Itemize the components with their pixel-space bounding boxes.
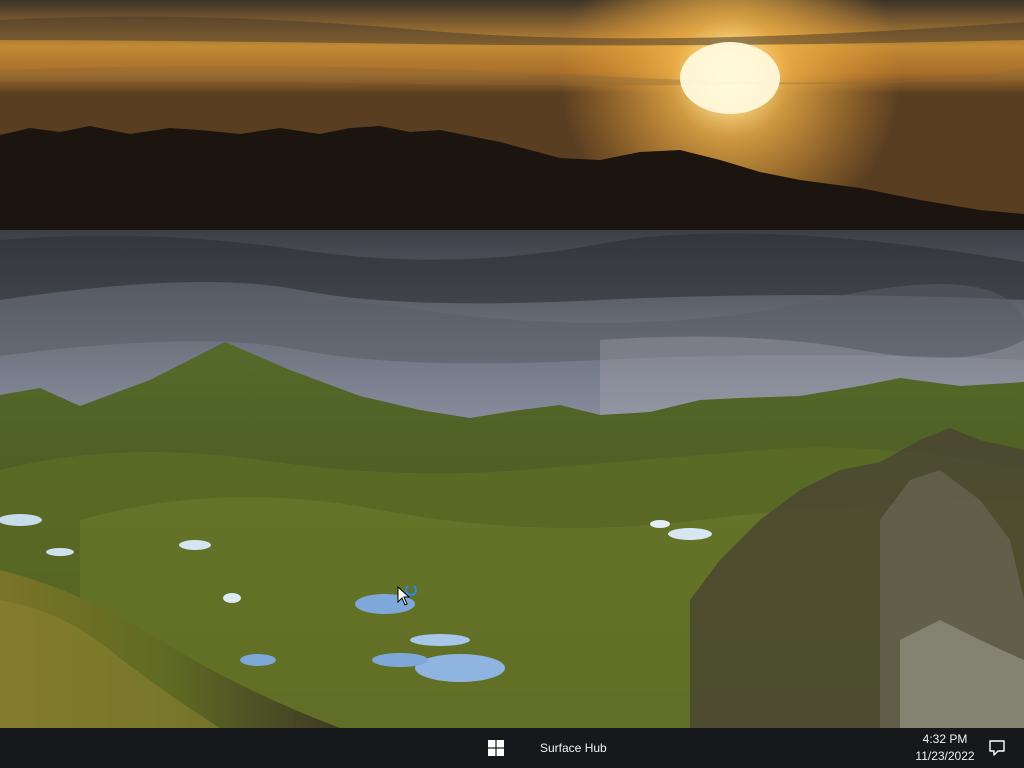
windows-logo-icon (488, 740, 504, 756)
surface-hub-text: Surface Hub (540, 741, 607, 755)
start-button[interactable] (478, 728, 514, 768)
action-center-icon (989, 740, 1005, 756)
wallpaper (0, 0, 1024, 728)
action-center-button[interactable] (982, 728, 1012, 768)
surface-hub-label[interactable]: Surface Hub (528, 728, 619, 768)
clock-date: 11/23/2022 (915, 749, 975, 763)
clock-time: 4:32 PM (922, 732, 968, 746)
pointer-busy-icon (397, 586, 417, 606)
taskbar: Surface Hub 4:32 PM 11/23/2022 (0, 728, 1024, 768)
desktop[interactable] (0, 0, 1024, 728)
system-clock[interactable]: 4:32 PM 11/23/2022 (904, 730, 986, 766)
